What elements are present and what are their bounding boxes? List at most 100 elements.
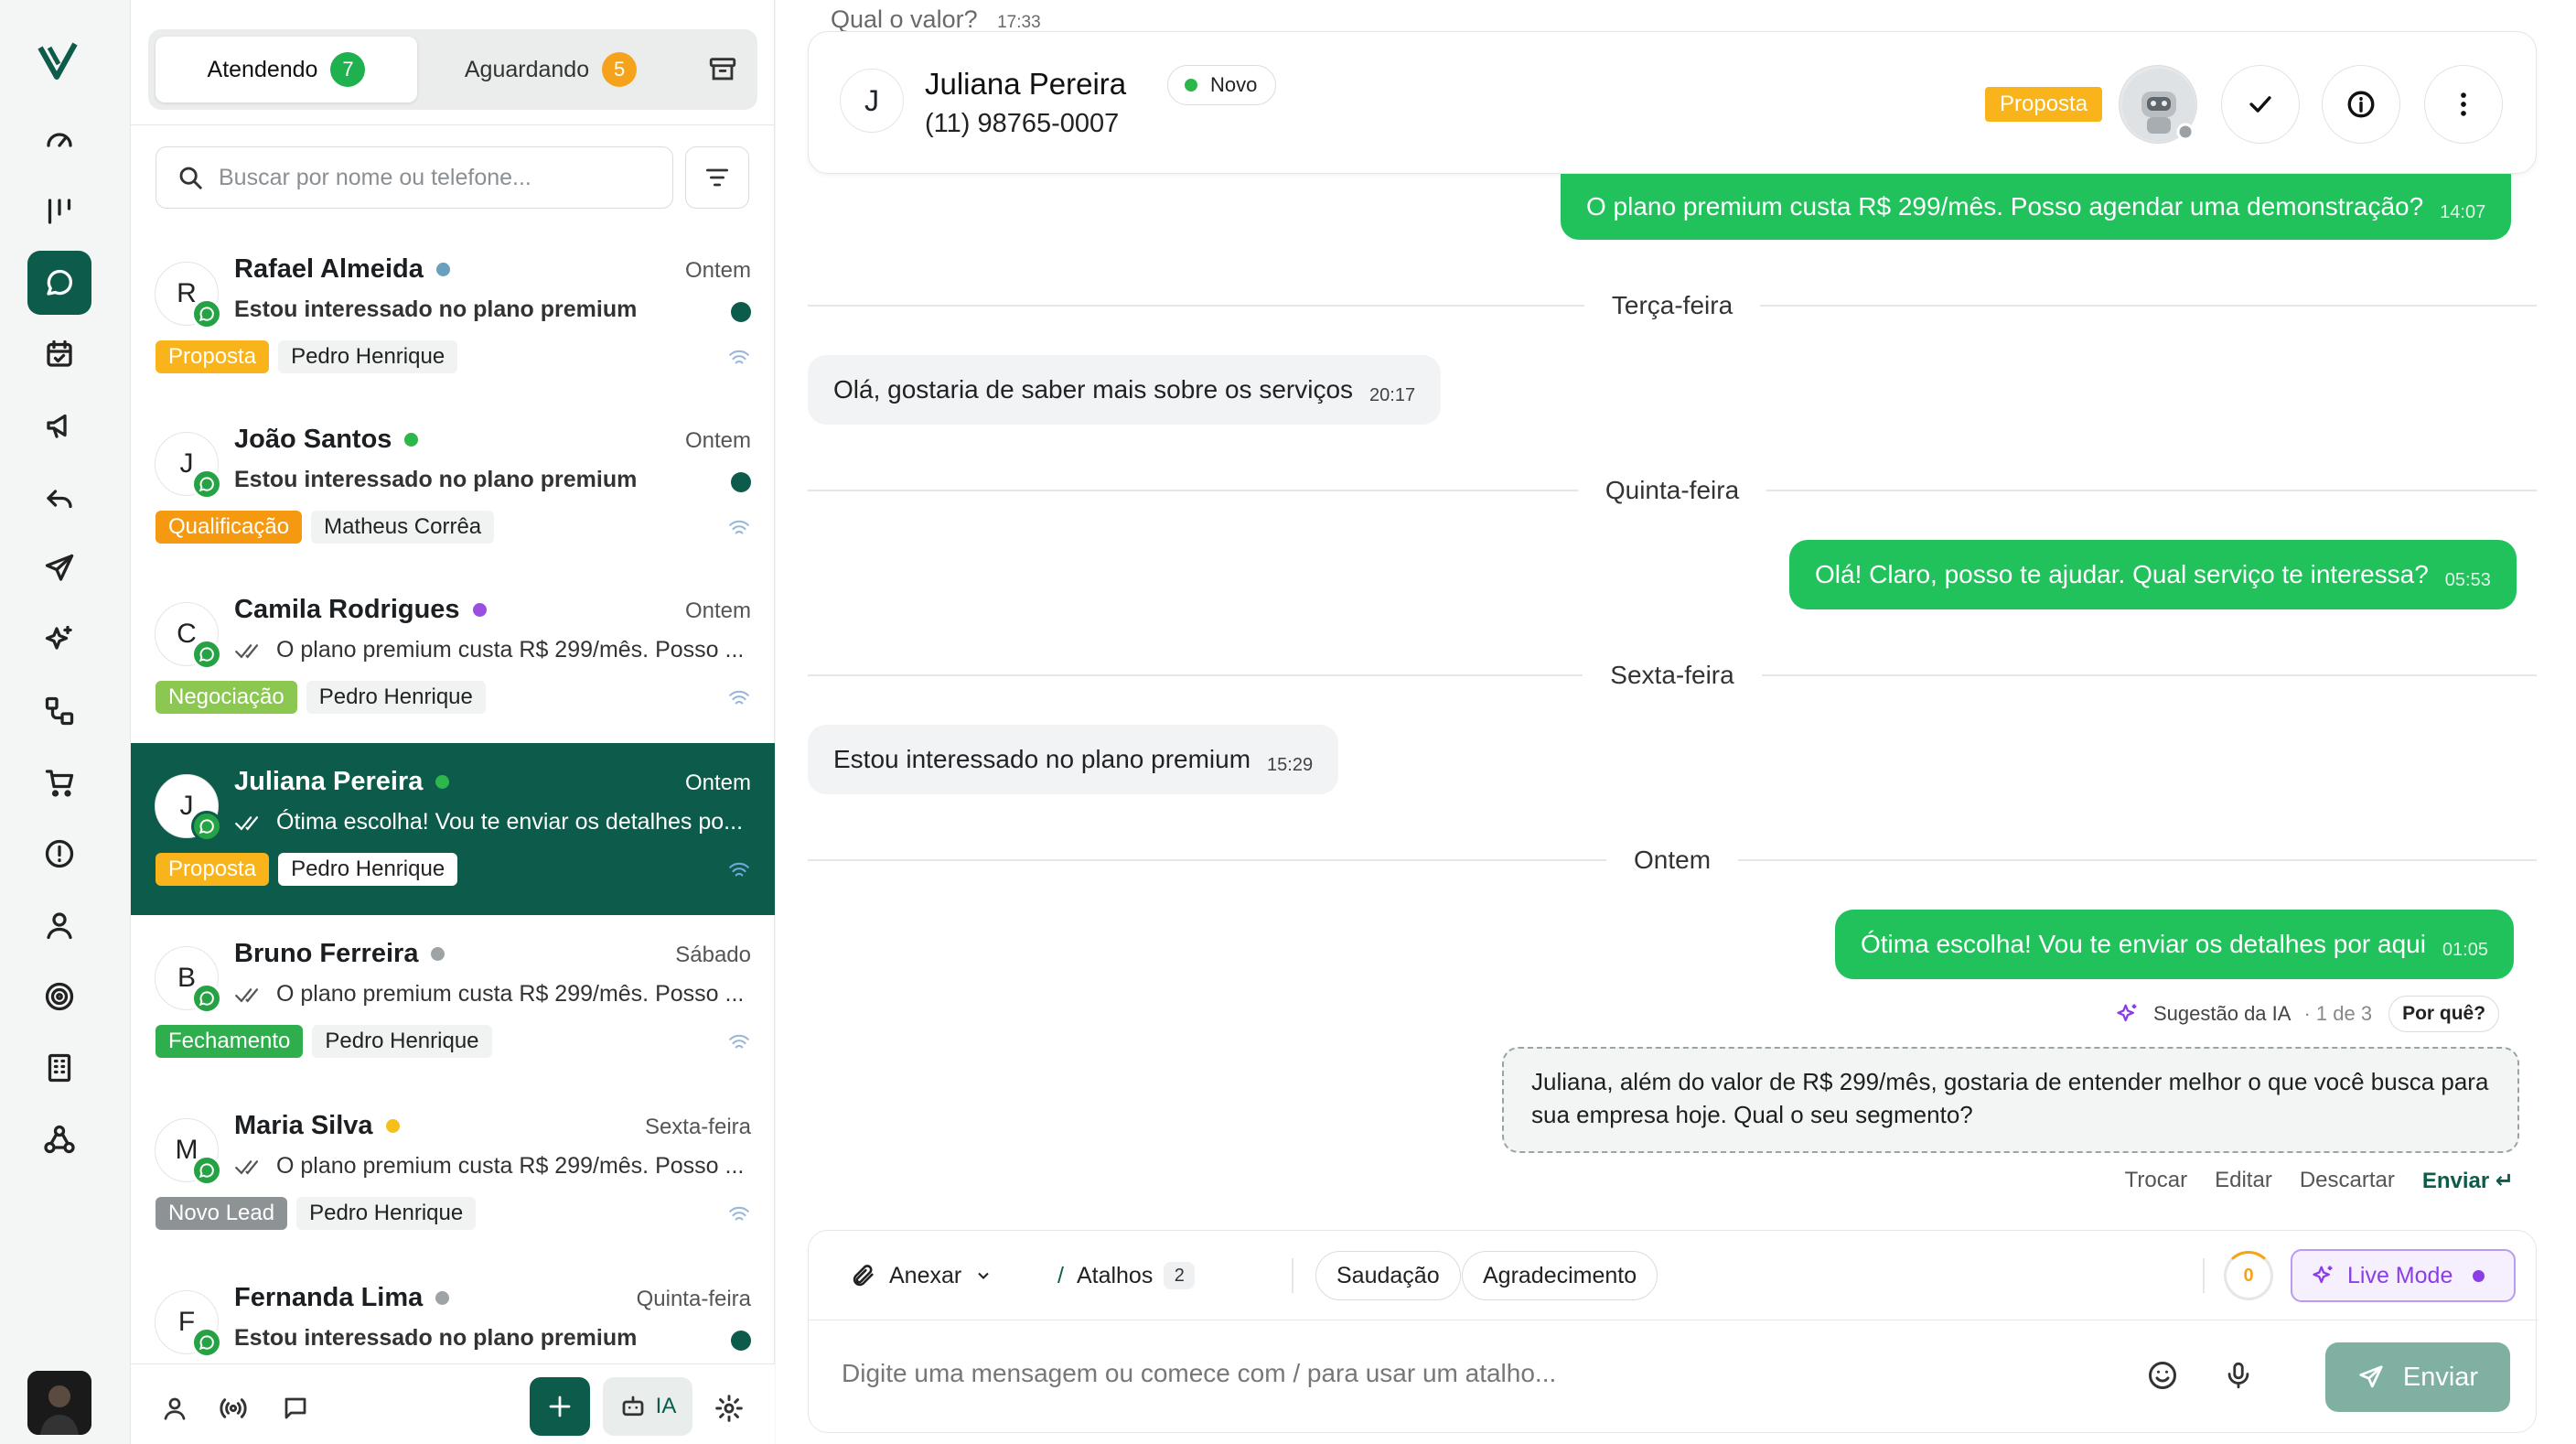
- send-suggestion-button[interactable]: Enviar ↵: [2422, 1168, 2514, 1194]
- resolve-button[interactable]: [2221, 65, 2300, 144]
- search-icon: [179, 167, 202, 189]
- whatsapp-icon: [191, 983, 222, 1014]
- message-text: Estou interessado no plano premium: [833, 745, 1251, 773]
- person-icon[interactable]: [153, 1383, 197, 1434]
- shortcuts-button[interactable]: / Atalhos 2: [1057, 1251, 1196, 1300]
- send-label: Enviar: [2402, 1362, 2479, 1392]
- search-input[interactable]: [219, 164, 658, 191]
- contact-name-text: João Santos: [234, 425, 392, 454]
- message-square-icon[interactable]: [274, 1383, 317, 1434]
- filter-button[interactable]: [685, 146, 749, 209]
- why-button[interactable]: Por quê?: [2388, 996, 2500, 1032]
- message-text: Ótima escolha! Vou te enviar os detalhes…: [1861, 930, 2426, 958]
- chevron-down-icon: [978, 1272, 989, 1279]
- building-icon[interactable]: [27, 1036, 91, 1100]
- contact-name: João Santos: [234, 425, 419, 455]
- webhook-icon[interactable]: [27, 1107, 91, 1171]
- contact-name: Rafael Almeida: [234, 254, 450, 285]
- cart-icon[interactable]: [27, 750, 91, 814]
- target-icon[interactable]: [27, 964, 91, 1029]
- more-button[interactable]: [2424, 65, 2503, 144]
- microphone-icon[interactable]: [2223, 1359, 2254, 1396]
- attach-label: Anexar: [889, 1262, 962, 1288]
- message-text: O plano premium custa R$ 299/mês. Posso …: [1586, 192, 2424, 221]
- ai-toggle-button[interactable]: IA: [603, 1377, 692, 1436]
- message-time: 15:29: [1267, 754, 1314, 775]
- discard-suggestion-button[interactable]: Descartar: [2300, 1168, 2395, 1194]
- ai-suggestion-text[interactable]: Juliana, além do valor de R$ 299/mês, go…: [1502, 1047, 2519, 1153]
- agent-tag: Pedro Henrique: [278, 853, 458, 886]
- broadcast-icon[interactable]: [211, 1383, 255, 1434]
- list-footer: IA: [131, 1363, 775, 1444]
- conversation-item-selected[interactable]: J Juliana Pereira Ontem Ótima escolha! V…: [131, 743, 775, 915]
- send-icon[interactable]: [27, 536, 91, 600]
- message-outgoing[interactable]: Ótima escolha! Vou te enviar os detalhes…: [1835, 910, 2514, 979]
- conversation-item[interactable]: M Maria Silva Sexta-feira O plano premiu…: [131, 1087, 775, 1259]
- sparkles-icon: [2313, 1266, 2333, 1284]
- message-outgoing[interactable]: O plano premium custa R$ 299/mês. Posso …: [1561, 174, 2512, 240]
- conversation-time: Sexta-feira: [644, 1115, 751, 1139]
- logo-icon[interactable]: [37, 40, 79, 82]
- message-time: 14:07: [2440, 201, 2486, 222]
- sparkles-icon[interactable]: [27, 608, 91, 672]
- tab-aguardando[interactable]: Aguardando 5: [423, 37, 679, 102]
- composer-toolbar: Anexar / Atalhos 2 Saudação Agradeciment…: [809, 1231, 2538, 1320]
- message-input[interactable]: [842, 1359, 2122, 1388]
- message-outgoing[interactable]: Olá! Claro, posso te ajudar. Qual serviç…: [1789, 540, 2517, 609]
- message-incoming[interactable]: Estou interessado no plano premium 15:29: [808, 725, 1339, 794]
- conversation-item[interactable]: C Camila Rodrigues Ontem O plano premium…: [131, 571, 775, 743]
- kanban-icon[interactable]: [27, 179, 91, 243]
- last-message: Estou interessado no plano premium: [234, 467, 638, 492]
- chat-panel: Qual o valor? 17:33 J Juliana Pereira (1…: [776, 0, 2576, 1444]
- flows-icon[interactable]: [27, 679, 91, 743]
- user-avatar[interactable]: [27, 1371, 91, 1435]
- live-mode-button[interactable]: Live Mode: [2291, 1249, 2516, 1302]
- unread-dot: [731, 1331, 751, 1351]
- megaphone-icon[interactable]: [27, 393, 91, 458]
- new-conversation-button[interactable]: [530, 1377, 590, 1436]
- send-button[interactable]: Enviar: [2325, 1342, 2510, 1412]
- conversation-item[interactable]: R Rafael Almeida Ontem Estou interessado…: [131, 231, 775, 403]
- conversation-item[interactable]: J João Santos Ontem Estou interessado no…: [131, 401, 775, 573]
- user-icon[interactable]: [27, 893, 91, 957]
- status-dot: [435, 1291, 450, 1305]
- signal-icon: [729, 690, 749, 705]
- search-box[interactable]: [156, 146, 673, 209]
- filter-icon: [706, 168, 728, 187]
- sparkles-icon: [2117, 1004, 2137, 1022]
- info-button[interactable]: [2322, 65, 2400, 144]
- swap-suggestion-button[interactable]: Trocar: [2125, 1168, 2187, 1194]
- emoji-icon[interactable]: [2146, 1359, 2179, 1396]
- attach-button[interactable]: Anexar: [851, 1251, 993, 1300]
- edit-suggestion-button[interactable]: Editar: [2215, 1168, 2272, 1194]
- settings-icon[interactable]: [707, 1383, 751, 1434]
- tab-aguardando-label: Aguardando: [464, 56, 590, 82]
- reply-icon[interactable]: [27, 465, 91, 529]
- ai-suggestion-header: Sugestão da IA · 1 de 3 Por quê?: [2115, 996, 2500, 1032]
- contact-name-text: Juliana Pereira: [234, 767, 424, 796]
- alert-icon[interactable]: [27, 822, 91, 886]
- dashboard-icon[interactable]: [27, 108, 91, 172]
- tab-atendendo[interactable]: Atendendo 7: [156, 37, 417, 102]
- conversation-item[interactable]: F Fernanda Lima Quinta-feira Estou inter…: [131, 1259, 775, 1363]
- archive-icon[interactable]: [701, 48, 745, 92]
- status-badge[interactable]: Novo: [1167, 65, 1277, 105]
- stage-tag: Proposta: [156, 853, 270, 886]
- stage-badge[interactable]: Proposta: [1985, 87, 2103, 122]
- date-separator: Sexta-feira: [808, 657, 2537, 694]
- calendar-icon[interactable]: [27, 322, 91, 386]
- conversation-time: Ontem: [684, 770, 751, 795]
- conversation-item[interactable]: B Bruno Ferreira Sábado O plano premium …: [131, 915, 775, 1087]
- date-separator-label: Quinta-feira: [1605, 476, 1740, 504]
- whatsapp-icon: [191, 639, 222, 670]
- paperclip-icon: [853, 1265, 874, 1287]
- quick-reply-agradecimento[interactable]: Agradecimento: [1462, 1251, 1658, 1300]
- last-message-text: O plano premium custa R$ 299/mês. Posso …: [276, 637, 745, 663]
- message-incoming[interactable]: Olá, gostaria de saber mais sobre os ser…: [808, 355, 1442, 425]
- contact-name[interactable]: Juliana Pereira: [925, 67, 1126, 102]
- chat-icon[interactable]: [27, 251, 91, 315]
- bot-avatar[interactable]: [2119, 65, 2197, 144]
- contact-avatar: J: [840, 69, 904, 133]
- stage-tag: Proposta: [156, 340, 270, 373]
- quick-reply-saudacao[interactable]: Saudação: [1315, 1251, 1461, 1300]
